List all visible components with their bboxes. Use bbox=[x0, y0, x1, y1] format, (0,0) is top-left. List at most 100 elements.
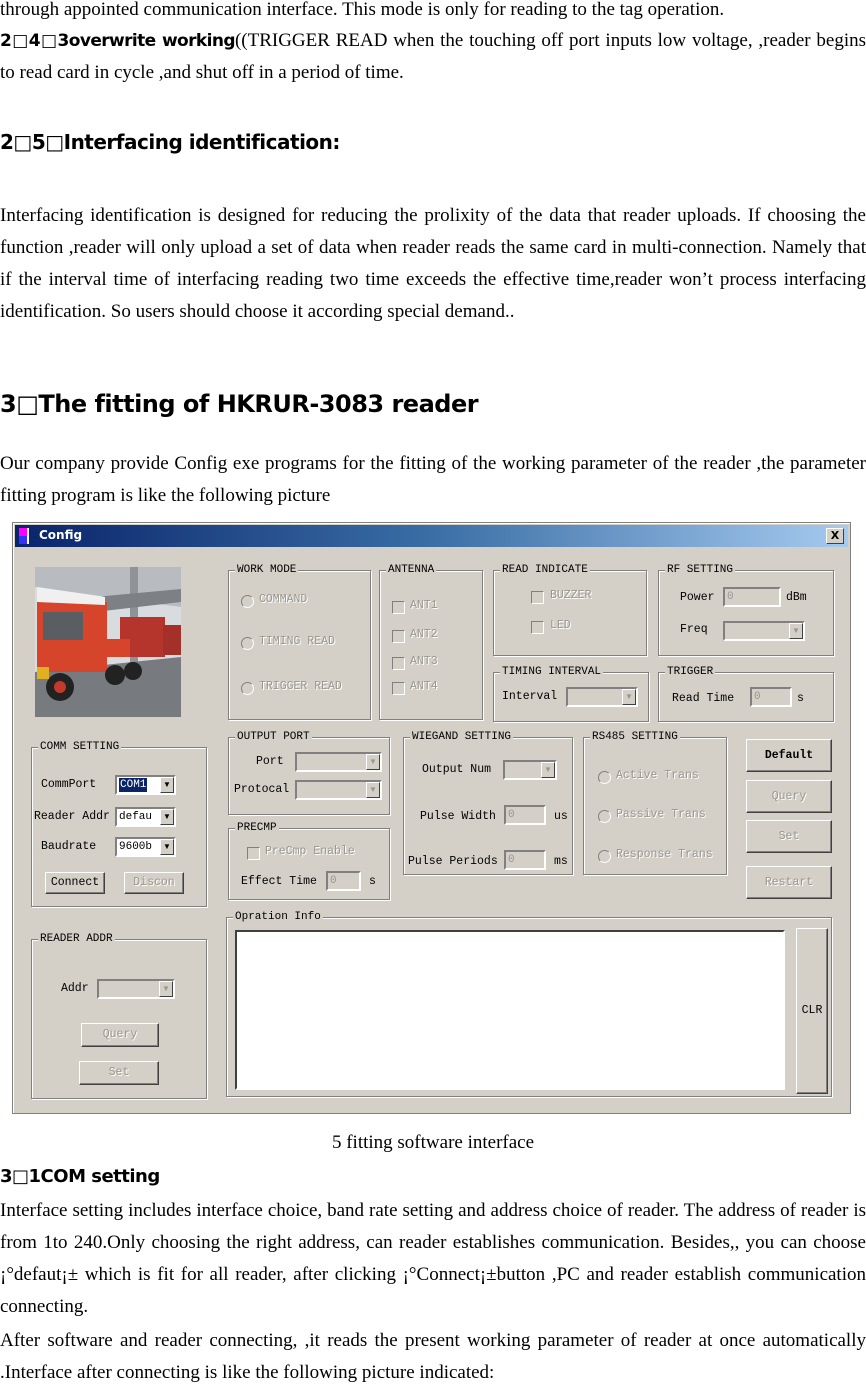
reader-addr-title: READER ADDR bbox=[38, 932, 115, 946]
chevron-down-icon[interactable]: ▼ bbox=[366, 782, 380, 798]
close-button[interactable]: X bbox=[826, 528, 844, 544]
radio-active-trans-label: Active Trans bbox=[616, 769, 699, 782]
chevron-down-icon[interactable]: ▼ bbox=[366, 754, 380, 770]
protocol-label: Protocal bbox=[234, 783, 290, 796]
reader-addr-value: defau bbox=[119, 811, 153, 823]
reader-addr-select[interactable]: defau ▼ bbox=[115, 807, 176, 827]
radio-response-trans[interactable] bbox=[598, 850, 611, 863]
pulse-width-unit: us bbox=[554, 810, 568, 823]
heading-com-setting: 3□1COM setting bbox=[0, 1166, 160, 1187]
radio-passive-trans-label: Passive Trans bbox=[616, 808, 706, 821]
operation-info-group: Opration Info CLR bbox=[226, 910, 832, 1097]
precmp-group: PRECMP PreCmp Enable Effect Time 0 s bbox=[228, 821, 390, 900]
connect-button[interactable]: Connect bbox=[45, 872, 105, 894]
radio-command-label: COMMAND bbox=[259, 593, 308, 606]
output-port-group: OUTPUT PORT Port ▼ Protocal ▼ bbox=[228, 730, 390, 815]
default-button[interactable]: Default bbox=[746, 739, 832, 772]
timing-interval-group: TIMING INTERVAL Interval ▼ bbox=[493, 665, 649, 722]
chevron-down-icon[interactable]: ▼ bbox=[160, 839, 174, 855]
output-num-label: Output Num bbox=[422, 763, 492, 776]
paragraph-com-setting: Interface setting includes interface cho… bbox=[0, 1200, 866, 1317]
baudrate-label: Baudrate bbox=[41, 840, 97, 853]
baudrate-value: 9600b bbox=[119, 841, 153, 853]
baudrate-select[interactable]: 9600b ▼ bbox=[115, 837, 176, 857]
radio-command[interactable] bbox=[241, 595, 254, 608]
truck-image bbox=[35, 567, 181, 717]
chevron-down-icon[interactable]: ▼ bbox=[160, 809, 174, 825]
timing-interval-title: TIMING INTERVAL bbox=[500, 665, 604, 679]
operation-info-textarea[interactable] bbox=[235, 930, 785, 1090]
radio-timing-read[interactable] bbox=[241, 637, 254, 650]
antenna-title: ANTENNA bbox=[386, 563, 437, 577]
restart-button[interactable]: Restart bbox=[746, 866, 832, 899]
effect-time-unit: s bbox=[369, 875, 376, 888]
radio-timing-read-label: TIMING READ bbox=[259, 635, 335, 648]
reader-addr-group: READER ADDR Addr ▼ Query Set bbox=[31, 932, 207, 1099]
checkbox-ant3[interactable] bbox=[392, 657, 405, 670]
effect-time-input[interactable]: 0 bbox=[326, 871, 361, 891]
paragraph-overwrite-working: 2□4□3overwrite working((TRIGGER READ whe… bbox=[0, 25, 866, 89]
read-time-unit: s bbox=[797, 692, 804, 705]
radio-active-trans[interactable] bbox=[598, 771, 611, 784]
discon-button[interactable]: Discon bbox=[124, 872, 184, 894]
read-indicate-group: READ INDICATE BUZZER LED bbox=[493, 563, 647, 656]
query-button[interactable]: Query bbox=[746, 780, 832, 813]
paragraph-interfacing-identification: Interfacing identification is designed f… bbox=[0, 205, 866, 322]
protocol-select[interactable]: ▼ bbox=[295, 780, 382, 800]
truck-photo bbox=[35, 567, 181, 717]
chevron-down-icon[interactable]: ▼ bbox=[159, 981, 173, 997]
checkbox-ant4[interactable] bbox=[392, 682, 405, 695]
reader-addr-set-button[interactable]: Set bbox=[79, 1061, 159, 1085]
trigger-title: TRIGGER bbox=[665, 665, 716, 679]
radio-trigger-read[interactable] bbox=[241, 682, 254, 695]
power-input[interactable]: 0 bbox=[723, 587, 781, 607]
addr-select[interactable]: ▼ bbox=[97, 979, 175, 999]
checkbox-led[interactable] bbox=[531, 621, 544, 634]
chevron-down-icon[interactable]: ▼ bbox=[622, 689, 636, 705]
interval-select[interactable]: ▼ bbox=[566, 687, 638, 707]
comm-setting-title: COMM SETTING bbox=[38, 740, 122, 754]
effect-time-label: Effect Time bbox=[241, 875, 317, 888]
clr-button[interactable]: CLR bbox=[796, 928, 828, 1094]
checkbox-ant1[interactable] bbox=[392, 601, 405, 614]
checkbox-ant2[interactable] bbox=[392, 630, 405, 643]
set-button[interactable]: Set bbox=[746, 820, 832, 853]
checkbox-ant3-label: ANT3 bbox=[410, 655, 438, 668]
output-num-select[interactable]: ▼ bbox=[503, 760, 557, 780]
commport-label: CommPort bbox=[41, 778, 97, 791]
paragraph-config-programs: Our company provide Config exe programs … bbox=[0, 453, 866, 506]
precmp-title: PRECMP bbox=[235, 821, 279, 835]
addr-label: Addr bbox=[61, 982, 89, 995]
reader-addr-query-button[interactable]: Query bbox=[81, 1023, 159, 1047]
pulse-periods-input[interactable]: 0 bbox=[504, 850, 546, 870]
commport-select[interactable]: COM1 ▼ bbox=[115, 775, 176, 795]
work-mode-title: WORK MODE bbox=[235, 563, 299, 577]
port-select[interactable]: ▼ bbox=[295, 752, 382, 772]
radio-passive-trans[interactable] bbox=[598, 810, 611, 823]
read-time-label: Read Time bbox=[672, 692, 735, 705]
pulse-width-label: Pulse Width bbox=[420, 810, 496, 823]
rs485-setting-title: RS485 SETTING bbox=[590, 730, 680, 744]
checkbox-buzzer-label: BUZZER bbox=[550, 589, 592, 602]
pulse-width-input[interactable]: 0 bbox=[504, 805, 546, 825]
heading-2-4-3: 2□4□3overwrite working bbox=[0, 31, 236, 51]
reader-addr-label: Reader Addr bbox=[34, 810, 110, 823]
chevron-down-icon[interactable]: ▼ bbox=[541, 762, 555, 778]
freq-select[interactable]: ▼ bbox=[723, 621, 805, 641]
checkbox-ant4-label: ANT4 bbox=[410, 680, 438, 693]
chevron-down-icon[interactable]: ▼ bbox=[160, 777, 174, 793]
window-title: Config bbox=[39, 528, 83, 542]
figure-caption: 5 fitting software interface bbox=[331, 1132, 535, 1153]
read-time-input[interactable]: 0 bbox=[750, 687, 792, 707]
title-bar: Config X bbox=[15, 525, 848, 547]
radio-trigger-read-label: TRIGGER READ bbox=[259, 680, 342, 693]
pulse-periods-label: Pulse Periods bbox=[408, 855, 498, 868]
power-label: Power bbox=[680, 591, 715, 604]
checkbox-buzzer[interactable] bbox=[531, 591, 544, 604]
checkbox-ant2-label: ANT2 bbox=[410, 628, 438, 641]
checkbox-ant1-label: ANT1 bbox=[410, 599, 438, 612]
wiegand-setting-group: WIEGAND SETTING Output Num ▼ Pulse Width… bbox=[403, 730, 573, 875]
chevron-down-icon[interactable]: ▼ bbox=[789, 623, 803, 639]
paragraph-after-connecting: After software and reader connecting, ,i… bbox=[0, 1330, 866, 1383]
checkbox-precmp-enable[interactable] bbox=[247, 847, 260, 860]
